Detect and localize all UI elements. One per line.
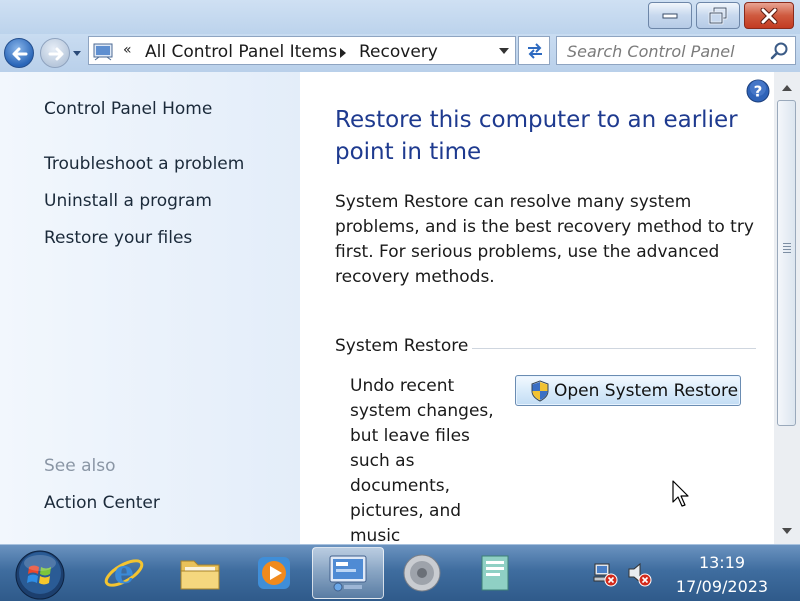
forward-arrow-icon xyxy=(48,47,64,61)
control-panel-icon xyxy=(93,43,113,61)
document-icon xyxy=(481,555,509,591)
folder-icon xyxy=(180,560,220,590)
minimize-button[interactable] xyxy=(648,2,692,29)
caption-buttons xyxy=(644,2,794,29)
breadcrumb-separator-icon[interactable] xyxy=(340,48,346,58)
uninstall-program-link[interactable]: Uninstall a program xyxy=(44,191,212,211)
grip-line xyxy=(783,252,791,253)
button-label: Open System Restore xyxy=(554,381,739,401)
media-player-icon xyxy=(258,557,290,589)
back-button[interactable] xyxy=(4,38,34,68)
search-input[interactable] xyxy=(565,40,769,62)
volume-muted-icon[interactable] xyxy=(626,561,652,587)
restore-files-link[interactable]: Restore your files xyxy=(44,228,192,248)
close-icon xyxy=(760,7,778,24)
internet-explorer-icon: e xyxy=(104,553,144,591)
search-box[interactable] xyxy=(556,36,796,65)
grip-line xyxy=(783,243,791,244)
taskbar-windows-explorer[interactable] xyxy=(164,547,236,599)
section-divider xyxy=(462,348,756,349)
control-panel-home-link[interactable]: Control Panel Home xyxy=(44,99,212,119)
uac-shield-icon xyxy=(531,380,549,402)
page-description: System Restore can resolve many system p… xyxy=(335,192,754,287)
taskbar-volume-mixer[interactable] xyxy=(386,547,458,599)
taskbar: e 13:19 17/09/2023 xyxy=(0,544,800,601)
see-also-label: See also xyxy=(44,456,116,476)
troubleshoot-link[interactable]: Troubleshoot a problem xyxy=(44,154,244,174)
breadcrumb-all-control-panel-items[interactable]: All Control Panel Items xyxy=(145,42,337,62)
recent-pages-dropdown-icon[interactable] xyxy=(72,48,82,58)
section-description: Undo recent system changes, but leave fi… xyxy=(350,376,494,546)
search-icon[interactable] xyxy=(769,41,789,61)
grip-line xyxy=(783,249,791,250)
taskbar-control-panel[interactable] xyxy=(312,547,384,599)
grip-line xyxy=(783,246,791,247)
refresh-icon xyxy=(528,43,542,59)
breadcrumb-recovery[interactable]: Recovery xyxy=(359,42,438,62)
back-arrow-icon xyxy=(12,47,28,61)
svg-text:e: e xyxy=(114,553,134,591)
address-bar[interactable]: « All Control Panel Items Recovery xyxy=(88,36,516,65)
action-center-link[interactable]: Action Center xyxy=(44,493,160,513)
start-button[interactable] xyxy=(14,549,66,601)
control-panel-icon xyxy=(329,555,367,592)
breadcrumb-overflow-icon[interactable]: « xyxy=(123,42,132,58)
network-disconnected-icon[interactable] xyxy=(592,561,618,587)
scroll-down-icon[interactable] xyxy=(782,528,792,534)
taskbar-internet-explorer[interactable]: e xyxy=(88,547,160,599)
forward-button[interactable] xyxy=(40,38,70,68)
scroll-up-icon[interactable] xyxy=(782,85,792,91)
section-title: System Restore xyxy=(335,336,473,356)
restore-icon xyxy=(708,6,728,24)
minimize-icon xyxy=(662,13,678,18)
close-button[interactable] xyxy=(744,2,794,29)
scroll-thumb[interactable] xyxy=(777,100,796,426)
vertical-scrollbar[interactable] xyxy=(774,72,800,544)
svg-text:?: ? xyxy=(754,83,763,101)
system-clock[interactable]: 13:19 17/09/2023 xyxy=(666,551,778,599)
page-title: Restore this computer to an earlier poin… xyxy=(335,107,738,165)
mouse-cursor-icon xyxy=(672,480,689,507)
restore-button[interactable] xyxy=(696,2,740,29)
refresh-button[interactable] xyxy=(518,36,550,65)
open-system-restore-button[interactable]: Open System Restore xyxy=(515,375,741,406)
clock-date: 17/09/2023 xyxy=(675,577,769,596)
taskbar-media-player[interactable] xyxy=(238,547,310,599)
speaker-icon xyxy=(403,554,441,592)
clock-time: 13:19 xyxy=(698,553,746,572)
title-bar xyxy=(0,0,800,34)
navigation-bar: « All Control Panel Items Recovery xyxy=(0,34,800,72)
address-dropdown-icon[interactable] xyxy=(499,48,509,54)
help-icon[interactable]: ? xyxy=(746,79,770,103)
taskbar-document[interactable] xyxy=(460,547,532,599)
